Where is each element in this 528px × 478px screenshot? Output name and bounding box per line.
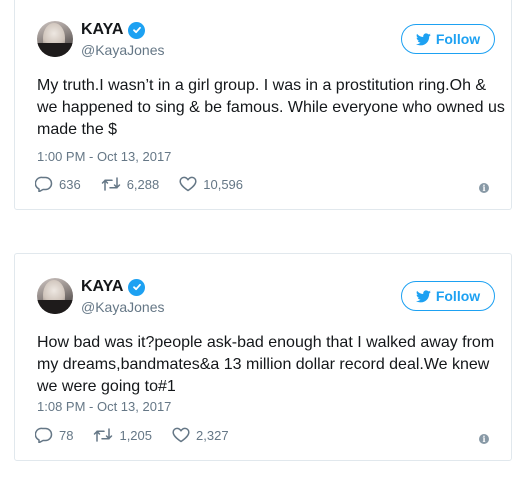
retweet-action[interactable]: 1,205	[93, 428, 152, 443]
timestamp[interactable]: 1:08 PM - Oct 13, 2017	[37, 399, 171, 414]
verified-badge-icon	[128, 21, 146, 39]
user-handle[interactable]: @KayaJones	[81, 42, 164, 58]
twitter-bird-icon	[415, 32, 431, 45]
action-bar: 636 6,288 10,596	[35, 176, 263, 192]
verified-badge-icon	[128, 278, 146, 296]
reply-icon	[35, 176, 53, 192]
user-handle[interactable]: @KayaJones	[81, 299, 164, 315]
display-name[interactable]: KAYA	[81, 21, 123, 39]
reply-icon	[35, 427, 53, 443]
author-name-row[interactable]: KAYA	[81, 278, 146, 296]
follow-label: Follow	[435, 31, 481, 47]
reply-count: 636	[59, 176, 81, 192]
like-icon	[172, 427, 190, 443]
avatar[interactable]	[37, 21, 73, 57]
info-icon[interactable]: i	[479, 183, 489, 193]
follow-button[interactable]: Follow	[401, 281, 495, 311]
display-name[interactable]: KAYA	[81, 278, 123, 296]
like-action[interactable]: 10,596	[179, 176, 243, 192]
tweet-text: My truth.I wasn’t in a girl group. I was…	[37, 77, 505, 138]
like-count: 2,327	[196, 427, 229, 443]
retweet-count: 6,288	[126, 176, 160, 192]
reply-action[interactable]: 636	[35, 176, 81, 192]
follow-button[interactable]: Follow	[401, 24, 495, 54]
follow-label: Follow	[435, 288, 481, 304]
retweet-count: 1,205	[119, 427, 153, 443]
tweet-text: How bad was it?people ask-bad enough tha…	[37, 334, 495, 395]
action-bar: 78 1,205 2,327	[35, 427, 249, 443]
tweet-card-1: KAYA @KayaJones Follow My truth.I wasn’t…	[14, 0, 512, 210]
author-name-row[interactable]: KAYA	[81, 21, 146, 39]
reply-action[interactable]: 78	[35, 427, 73, 443]
reply-count: 78	[59, 427, 74, 443]
twitter-bird-icon	[415, 289, 431, 302]
retweet-icon	[94, 428, 113, 442]
retweet-action[interactable]: 6,288	[101, 176, 160, 192]
retweet-icon	[101, 177, 120, 191]
like-action[interactable]: 2,327	[172, 427, 229, 443]
like-count: 10,596	[203, 176, 244, 192]
tweet-card-2: KAYA @KayaJones Follow How bad was it?pe…	[14, 253, 512, 461]
like-icon	[179, 176, 197, 192]
timestamp[interactable]: 1:00 PM - Oct 13, 2017	[37, 149, 171, 164]
info-icon[interactable]: i	[479, 434, 489, 444]
avatar[interactable]	[37, 278, 73, 314]
